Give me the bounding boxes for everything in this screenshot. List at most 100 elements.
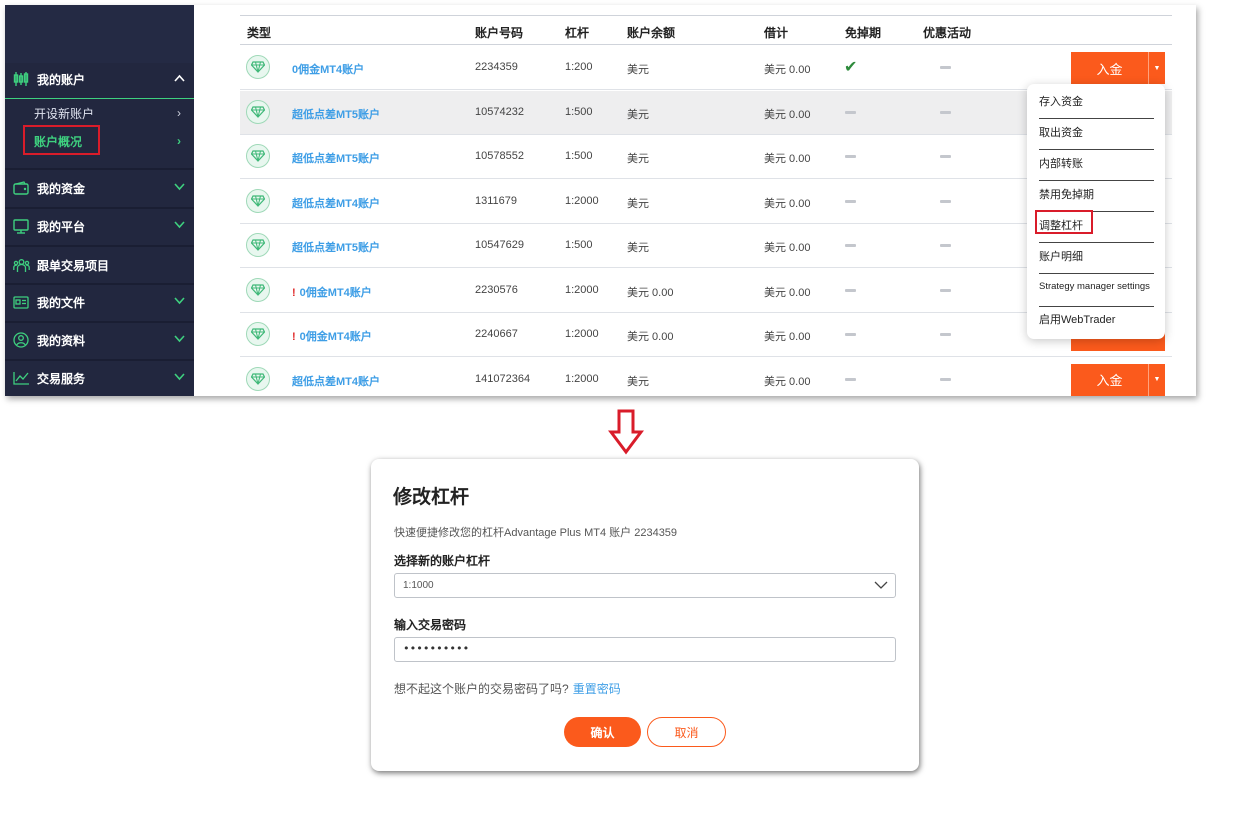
caret-down-icon[interactable]: ▼ xyxy=(1148,363,1165,396)
dash-icon xyxy=(845,155,856,158)
caret-down-icon[interactable]: ▼ xyxy=(1148,52,1165,84)
forgot-password-text: 想不起这个账户的交易密码了吗? 重置密码 xyxy=(394,680,621,697)
column-header-leverage: 杠杆 xyxy=(565,26,590,40)
dash-icon xyxy=(940,66,951,69)
line-chart-icon xyxy=(5,371,37,385)
column-header-type: 类型 xyxy=(247,26,272,40)
menu-item[interactable]: 存入资金 xyxy=(1039,93,1154,109)
menu-item[interactable]: 账户明细 xyxy=(1039,248,1154,264)
dialog-title: 修改杠杆 xyxy=(393,487,470,508)
credit-value: 美元 0.00 xyxy=(764,242,811,254)
confirm-button[interactable]: 确认 xyxy=(564,717,641,747)
diamond-icon xyxy=(246,233,270,257)
account-name-link[interactable]: 0佣金MT4账户 xyxy=(292,61,364,77)
account-number: 10574232 xyxy=(475,105,524,118)
user-circle-icon xyxy=(5,332,37,348)
account-name: 0佣金MT4账户 xyxy=(292,64,365,76)
chevron-right-icon: › xyxy=(177,134,181,148)
down-arrow-icon xyxy=(608,409,644,460)
highlight-box xyxy=(1035,210,1093,234)
account-name-link[interactable]: 超低点差MT5账户 xyxy=(292,239,380,255)
sidebar-item-label: 跟单交易项目 xyxy=(37,258,110,273)
menu-item[interactable]: Strategy manager settings xyxy=(1039,281,1154,292)
column-header-credit: 借计 xyxy=(764,26,789,40)
menu-divider xyxy=(1039,149,1154,150)
check-icon: ✔ xyxy=(844,59,858,76)
dash-icon xyxy=(940,155,951,158)
sidebar-item-label: 我的账户 xyxy=(37,72,86,87)
leverage-value: 1:2000 xyxy=(565,283,599,296)
chevron-down-icon xyxy=(873,577,889,593)
deposit-button[interactable]: 入金 ▼ xyxy=(1071,52,1165,84)
dash-icon xyxy=(845,377,856,381)
account-name-link[interactable]: ! 0佣金MT4账户 xyxy=(292,284,372,300)
credit-value: 美元 0.00 xyxy=(764,153,811,165)
account-name-link[interactable]: 超低点差MT5账户 xyxy=(292,150,380,166)
column-header-account-number: 账户号码 xyxy=(475,26,524,40)
dash-icon xyxy=(845,110,856,114)
deposit-label: 入金 xyxy=(1096,373,1123,388)
candlestick-icon xyxy=(5,71,37,87)
chevron-right-icon: › xyxy=(177,106,181,120)
sidebar-item-my-account[interactable]: 我的账户 xyxy=(5,60,194,98)
account-overview-screenshot: 我的账户 开设新账户 › 账户概况 › 我的资金 我的平台 跟单交易项目 我的文… xyxy=(5,5,1196,396)
sidebar-item-label: 我的资料 xyxy=(37,333,86,348)
diamond-icon xyxy=(246,99,270,124)
sidebar-item-copy-trading[interactable]: 跟单交易项目 xyxy=(5,246,194,284)
leverage-select[interactable]: 1:1000 xyxy=(394,573,896,598)
id-card-icon xyxy=(5,295,37,309)
dash-icon xyxy=(845,333,856,336)
sidebar-item-my-profile[interactable]: 我的资料 xyxy=(5,321,194,359)
password-label: 输入交易密码 xyxy=(394,618,467,632)
sidebar-subitem-open-account[interactable]: 开设新账户 › xyxy=(5,99,194,127)
leverage-value: 1:2000 xyxy=(565,372,599,385)
balance-value: 美元 xyxy=(627,64,649,76)
menu-item[interactable]: 启用WebTrader xyxy=(1039,311,1154,327)
forgot-password-question: 想不起这个账户的交易密码了吗? xyxy=(394,682,569,696)
dash-icon xyxy=(940,288,951,292)
diamond-icon xyxy=(246,322,270,346)
reset-password-link[interactable]: 重置密码 xyxy=(573,682,621,696)
sidebar-item-my-platform[interactable]: 我的平台 xyxy=(5,207,194,245)
trading-password-input[interactable]: •••••••••• xyxy=(394,637,896,662)
sidebar-item-trading-services[interactable]: 交易服务 xyxy=(5,359,194,396)
cancel-button[interactable]: 取消 xyxy=(647,717,726,747)
menu-item[interactable]: 内部转账 xyxy=(1039,155,1154,171)
dash-icon xyxy=(845,199,856,203)
column-header-balance: 账户余额 xyxy=(627,26,676,40)
chevron-down-icon xyxy=(164,220,194,232)
account-number: 2234359 xyxy=(475,61,518,73)
account-name-link[interactable]: 超低点差MT4账户 xyxy=(292,195,380,211)
deposit-label: 入金 xyxy=(1096,61,1123,77)
sidebar-item-my-documents[interactable]: 我的文件 xyxy=(5,283,194,321)
chevron-down-icon xyxy=(164,296,194,308)
account-name-link[interactable]: ! 0佣金MT4账户 xyxy=(292,328,372,344)
sidebar-item-label: 我的文件 xyxy=(37,295,86,310)
account-name-link[interactable]: 超低点差MT5账户 xyxy=(292,106,380,122)
table-row: 超低点差MT4账户 141072364 1:2000 美元 美元 0.00 入金 ▼ xyxy=(240,358,1172,397)
sidebar-item-my-funds[interactable]: 我的资金 xyxy=(5,169,194,207)
chevron-down-icon xyxy=(164,372,194,384)
sidebar-item-label: 交易服务 xyxy=(37,371,86,386)
sidebar-header xyxy=(5,5,194,63)
people-icon xyxy=(5,258,37,273)
credit-value: 美元 0.00 xyxy=(764,108,811,121)
leverage-value: 1:2000 xyxy=(565,328,599,340)
balance-value: 美元 xyxy=(627,108,649,121)
menu-divider xyxy=(1039,118,1154,119)
menu-divider xyxy=(1039,306,1154,307)
menu-item[interactable]: 取出资金 xyxy=(1039,124,1154,140)
leverage-value: 1:2000 xyxy=(565,194,599,207)
sidebar-item-label: 我的资金 xyxy=(37,181,86,196)
menu-item[interactable]: 禁用免掉期 xyxy=(1039,186,1154,202)
menu-divider xyxy=(1039,242,1154,243)
dash-icon xyxy=(940,199,951,203)
account-number: 2230576 xyxy=(475,283,518,296)
highlight-box xyxy=(23,125,100,155)
account-name-link[interactable]: 超低点差MT4账户 xyxy=(292,373,380,389)
diamond-icon xyxy=(246,144,270,168)
balance-value: 美元 xyxy=(627,197,649,210)
account-name: 超低点差MT5账户 xyxy=(292,108,380,121)
deposit-button[interactable]: 入金 ▼ xyxy=(1071,363,1165,396)
account-actions-menu: 存入资金 取出资金 内部转账 禁用免掉期 调整杠杆 账户明细 Strategy manage… xyxy=(1027,84,1165,339)
